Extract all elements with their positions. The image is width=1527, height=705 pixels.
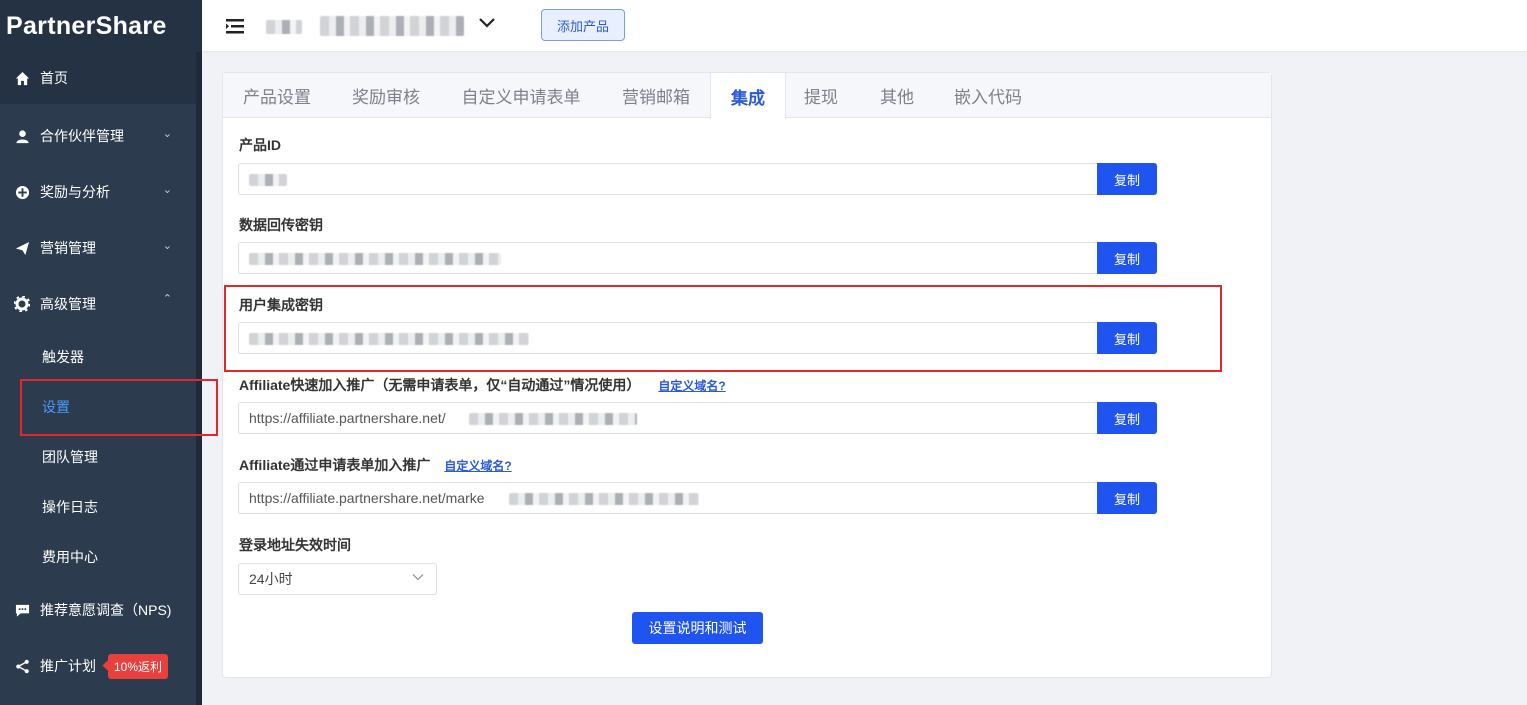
postback-key-label: 数据回传密钥 (239, 217, 323, 233)
tab-integration[interactable]: 集成 (710, 73, 786, 119)
product-id-field[interactable] (238, 163, 1097, 195)
tab-marketing-email[interactable]: 营销邮箱 (603, 73, 709, 118)
copy-postback-key-button[interactable]: 复制 (1097, 242, 1157, 274)
quick-join-row: https://affiliate.partnershare.net/ 复制 (238, 402, 1157, 434)
sidebar-subitem-label: 团队管理 (42, 449, 98, 465)
redacted-value (509, 493, 699, 505)
form-join-url: https://affiliate.partnershare.net/marke (249, 490, 485, 506)
tab-other[interactable]: 其他 (865, 73, 929, 118)
user-icon (14, 128, 30, 144)
chevron-down-icon (412, 573, 424, 584)
sidebar-item-partners[interactable]: 合作伙伴管理 ⌄ (0, 110, 196, 162)
promo-badge: 10%返利 (108, 653, 169, 679)
form-join-label: Affiliate通过申请表单加入推广 (239, 457, 431, 473)
plus-circle-icon (14, 184, 30, 200)
product-name-blurred[interactable] (320, 16, 464, 36)
postback-key-row: 复制 (238, 242, 1157, 274)
sidebar-subitem-label: 操作日志 (42, 499, 98, 515)
product-id-row: 复制 (238, 163, 1157, 195)
sidebar-item-label: 营销管理 (40, 240, 96, 256)
sidebar-subitem-logs[interactable]: 操作日志 (0, 484, 196, 530)
logo: PartnerShare (0, 0, 202, 52)
sidebar-item-nps[interactable]: 推荐意愿调查（NPS) (0, 584, 196, 636)
send-icon (14, 240, 30, 256)
tab-reward-review[interactable]: 奖励审核 (333, 73, 439, 118)
expiry-select[interactable]: 24小时 (238, 563, 437, 595)
expiry-value: 24小时 (249, 571, 293, 587)
sidebar-item-label: 首页 (40, 70, 68, 86)
sidebar-item-label: 推广计划 (40, 658, 96, 674)
product-id-label: 产品ID (239, 137, 281, 153)
sidebar-subitem-label: 费用中心 (42, 549, 98, 565)
tab-embed-code[interactable]: 嵌入代码 (943, 73, 1033, 118)
home-icon (14, 70, 30, 86)
copy-form-join-button[interactable]: 复制 (1097, 482, 1157, 514)
menu-toggle-icon[interactable] (224, 15, 246, 37)
sidebar-subitem-billing[interactable]: 费用中心 (0, 534, 196, 580)
top-header: 添加产品 (202, 0, 1527, 52)
form-join-row: https://affiliate.partnershare.net/marke… (238, 482, 1157, 514)
sidebar-item-label: 奖励与分析 (40, 184, 110, 200)
redacted-value (249, 174, 287, 186)
add-product-button[interactable]: 添加产品 (541, 9, 626, 41)
sidebar-subitem-team[interactable]: 团队管理 (0, 434, 196, 480)
postback-key-field[interactable] (238, 242, 1097, 274)
sidebar-item-advanced[interactable]: 高级管理 ⌃ (0, 278, 196, 330)
gear-icon (14, 296, 30, 312)
redacted-value (469, 413, 637, 425)
chevron-down-icon: ⌄ (162, 184, 172, 196)
sidebar-item-promo[interactable]: 推广计划 10%返利 (0, 640, 196, 692)
copy-quick-join-button[interactable]: 复制 (1097, 402, 1157, 434)
copy-product-id-button[interactable]: 复制 (1097, 163, 1157, 195)
quick-join-url-field[interactable]: https://affiliate.partnershare.net/ (238, 402, 1097, 434)
product-logo-blurred (266, 20, 302, 34)
sidebar-item-rewards[interactable]: 奖励与分析 ⌄ (0, 166, 196, 218)
chevron-up-icon: ⌃ (162, 293, 172, 305)
sidebar-item-label: 高级管理 (40, 296, 96, 312)
highlight-box-user-key (224, 285, 1222, 372)
sidebar: PartnerShare 首页 合作伙伴管理 ⌄ 奖励与分析 ⌄ 营销管理 ⌄ … (0, 0, 202, 705)
quick-join-label: Affiliate快速加入推广（无需申请表单，仅“自动通过”情况使用） (239, 377, 641, 393)
tab-custom-form[interactable]: 自定义申请表单 (443, 73, 599, 118)
chevron-down-icon: ⌄ (162, 240, 172, 252)
sidebar-item-label: 推荐意愿调查（NPS) (40, 602, 172, 618)
form-join-url-field[interactable]: https://affiliate.partnershare.net/marke (238, 482, 1097, 514)
tab-withdraw[interactable]: 提现 (789, 73, 853, 118)
setup-test-button[interactable]: 设置说明和测试 (632, 612, 763, 644)
redacted-value (249, 253, 501, 265)
custom-domain-link[interactable]: 自定义域名? (658, 377, 725, 394)
tab-product-settings[interactable]: 产品设置 (223, 73, 331, 118)
chevron-down-icon: ⌄ (162, 128, 172, 140)
sidebar-item-home[interactable]: 首页 (0, 52, 196, 104)
sidebar-subitem-label: 触发器 (42, 349, 84, 365)
sidebar-item-marketing[interactable]: 营销管理 ⌄ (0, 222, 196, 274)
quick-join-label-row: Affiliate快速加入推广（无需申请表单，仅“自动通过”情况使用） 自定义域… (239, 375, 726, 395)
highlight-box-settings (20, 379, 218, 436)
expiry-label: 登录地址失效时间 (239, 537, 351, 553)
chevron-down-icon[interactable] (478, 14, 496, 35)
chat-icon (14, 602, 30, 618)
settings-card: 产品设置 奖励审核 自定义申请表单 营销邮箱 集成 提现 其他 嵌入代码 产品I… (222, 72, 1272, 678)
tab-bar: 产品设置 奖励审核 自定义申请表单 营销邮箱 集成 提现 其他 嵌入代码 (223, 73, 1271, 119)
custom-domain-link[interactable]: 自定义域名? (444, 457, 511, 474)
sidebar-subitem-triggers[interactable]: 触发器 (0, 334, 196, 380)
sidebar-item-label: 合作伙伴管理 (40, 128, 124, 144)
form-join-label-row: Affiliate通过申请表单加入推广 自定义域名? (239, 455, 512, 475)
share-icon (14, 658, 30, 674)
quick-join-url: https://affiliate.partnershare.net/ (249, 410, 446, 426)
